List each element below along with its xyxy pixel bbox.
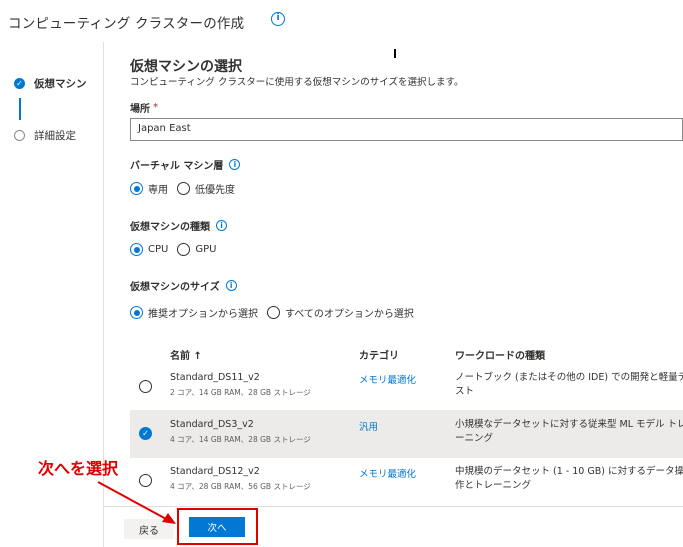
annotation-arrow-icon (97, 481, 176, 524)
